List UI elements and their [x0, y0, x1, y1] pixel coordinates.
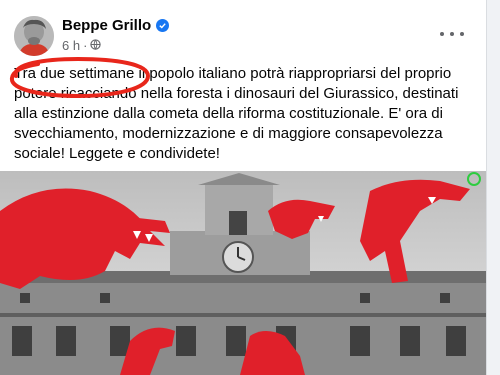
post-time[interactable]: 6 h	[62, 38, 80, 53]
globe-icon[interactable]	[90, 38, 102, 53]
verified-badge-icon	[156, 19, 170, 32]
post-image[interactable]	[0, 171, 486, 375]
meta-separator: ·	[83, 38, 88, 53]
post-author[interactable]: Beppe Grillo	[62, 17, 170, 34]
post-card: Beppe Grillo 6 h · Tra due settimane il …	[0, 0, 487, 375]
post-meta: 6 h ·	[62, 38, 102, 53]
author-name[interactable]: Beppe Grillo	[62, 17, 151, 34]
annotation-circle	[10, 56, 151, 99]
more-horizontal-icon[interactable]	[440, 26, 464, 42]
avatar[interactable]	[14, 16, 54, 56]
